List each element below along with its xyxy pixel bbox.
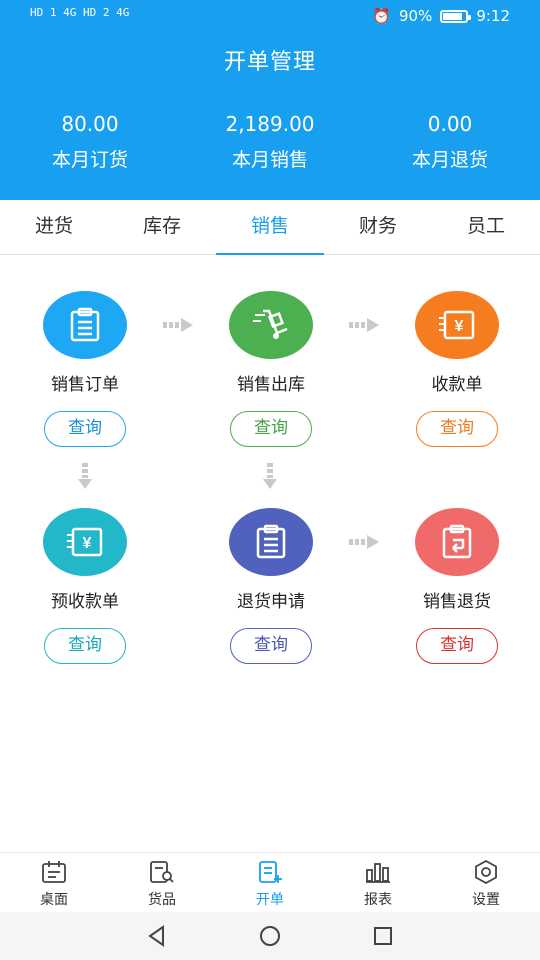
clipboard-icon[interactable] — [229, 508, 313, 576]
flow-label: 退货申请 — [237, 592, 305, 612]
calendar-icon — [0, 859, 108, 885]
stat-label: 本月订货 — [51, 149, 128, 171]
monthly-stats: 80.00 本月订货 2,189.00 本月销售 0.00 本月退货 — [0, 110, 540, 174]
yen-receipt-icon[interactable]: ¥ — [43, 508, 127, 576]
flow-arrow-down — [263, 463, 277, 489]
stat-value: 0.00 — [427, 112, 473, 136]
category-tabs: 进货 库存 销售 财务 员工 — [0, 200, 540, 255]
nav-settings[interactable]: 设置 — [432, 853, 540, 912]
nav-reports[interactable]: 报表 — [324, 853, 432, 912]
stat-value: 2,189.00 — [225, 112, 315, 136]
stat-label: 本月销售 — [231, 149, 308, 171]
system-nav-bar — [0, 912, 540, 960]
gear-icon — [432, 859, 540, 885]
nav-label: 桌面 — [40, 892, 68, 908]
alarm-icon: ⏰ — [372, 7, 391, 25]
query-button[interactable]: 查询 — [230, 628, 312, 664]
tab-staff[interactable]: 员工 — [432, 200, 540, 254]
header: HD 1 4G HD 2 4G ⏰ 90% 9:12 开单管理 80.00 本月… — [0, 0, 540, 200]
yen-receipt-icon[interactable]: ¥ — [415, 291, 499, 359]
page-title: 开单管理 — [223, 50, 316, 75]
clock: 9:12 — [476, 7, 510, 25]
flow-label: 销售订单 — [51, 375, 119, 395]
nav-label: 设置 — [472, 892, 500, 908]
flow-label: 预收款单 — [51, 592, 119, 612]
stat-label: 本月退货 — [411, 149, 488, 171]
query-button[interactable]: 查询 — [44, 628, 126, 664]
stat-orders[interactable]: 80.00 本月订货 — [0, 110, 180, 174]
flow-label: 收款单 — [431, 375, 483, 395]
recent-icon[interactable] — [371, 924, 395, 948]
tab-inventory[interactable]: 库存 — [108, 200, 216, 254]
bar-chart-icon — [324, 859, 432, 885]
status-bar: HD 1 4G HD 2 4G ⏰ 90% 9:12 — [0, 0, 540, 34]
query-button[interactable]: 查询 — [230, 411, 312, 447]
flow-receipt: ¥ 收款单 查询 — [387, 291, 527, 447]
nav-label: 报表 — [364, 892, 392, 908]
flow-arrow-right — [349, 318, 379, 332]
flow-advance-receipt: ¥ 预收款单 查询 — [15, 508, 155, 664]
signal-info: HD 1 4G HD 2 4G — [30, 6, 130, 19]
nav-desktop[interactable]: 桌面 — [0, 853, 108, 912]
nav-label: 开单 — [256, 892, 284, 908]
hand-truck-icon[interactable] — [229, 291, 313, 359]
nav-new-order[interactable]: 开单 — [216, 853, 324, 912]
flow-sales-order: 销售订单 查询 — [15, 291, 155, 447]
return-clipboard-icon[interactable] — [415, 508, 499, 576]
flow-label: 销售退货 — [423, 592, 491, 612]
flow-label: 销售出库 — [237, 375, 305, 395]
back-icon[interactable] — [145, 924, 169, 948]
tab-purchase[interactable]: 进货 — [0, 200, 108, 254]
svg-text:¥: ¥ — [83, 535, 92, 552]
flow-arrow-right — [163, 318, 193, 332]
bottom-nav: 桌面 货品 开单 报表 设置 — [0, 852, 540, 912]
tab-finance[interactable]: 财务 — [324, 200, 432, 254]
flow-arrow-right — [349, 535, 379, 549]
flow-return-request: 退货申请 查询 — [201, 508, 341, 664]
query-button[interactable]: 查询 — [44, 411, 126, 447]
nav-goods[interactable]: 货品 — [108, 853, 216, 912]
search-doc-icon — [108, 859, 216, 885]
stat-value: 80.00 — [61, 112, 119, 136]
query-button[interactable]: 查询 — [416, 411, 498, 447]
home-icon[interactable] — [258, 924, 282, 948]
query-button[interactable]: 查询 — [416, 628, 498, 664]
nav-label: 货品 — [148, 892, 176, 908]
clipboard-icon[interactable] — [43, 291, 127, 359]
status-right: ⏰ 90% 9:12 — [372, 7, 510, 25]
stat-sales[interactable]: 2,189.00 本月销售 — [180, 110, 360, 174]
battery-percent: 90% — [398, 7, 433, 25]
svg-text:¥: ¥ — [455, 318, 464, 335]
battery-icon — [440, 9, 472, 23]
flow-arrow-down — [78, 463, 92, 489]
stat-returns[interactable]: 0.00 本月退货 — [360, 110, 540, 174]
flow-sales-outbound: 销售出库 查询 — [201, 291, 341, 447]
tab-sales[interactable]: 销售 — [216, 200, 324, 255]
new-order-icon — [216, 859, 324, 885]
flow-sales-return: 销售退货 查询 — [387, 508, 527, 664]
